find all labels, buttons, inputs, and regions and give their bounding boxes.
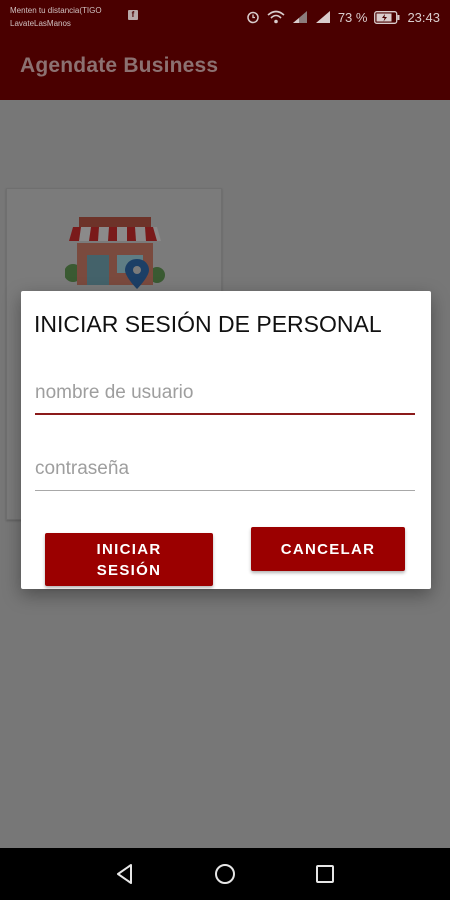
username-input[interactable] [35, 375, 415, 411]
signal-weak-icon [292, 11, 307, 23]
home-circle-icon[interactable] [212, 861, 238, 887]
wifi-icon [267, 10, 285, 24]
app-bar: Agendate Business [0, 36, 450, 100]
notification-text: Menten tu distancia(TIGO LavateLasManos [10, 4, 102, 30]
password-field [35, 451, 415, 491]
cancel-button-label: CANCELAR [280, 540, 376, 558]
app-title: Agendate Business [20, 54, 219, 77]
dialog-title: INICIAR SESIÓN DE PERSONAL [34, 311, 382, 337]
login-button[interactable]: INICIAR SESIÓN [45, 533, 213, 586]
status-icons: 73 % 23:43 [246, 7, 440, 27]
facebook-icon: f [128, 10, 138, 20]
cancel-button[interactable]: CANCELAR [251, 527, 405, 571]
alarm-icon [247, 11, 259, 24]
back-triangle-icon[interactable] [112, 861, 138, 887]
signal-strong-icon [315, 11, 330, 23]
login-label-line-2: SESIÓN [96, 561, 162, 579]
username-underline [35, 413, 415, 415]
staff-login-dialog: INICIAR SESIÓN DE PERSONAL INICIAR SESIÓ… [21, 291, 431, 589]
clock: 23:43 [407, 9, 440, 25]
login-button-label: INICIAR SESIÓN [97, 539, 162, 581]
password-input[interactable] [35, 451, 415, 487]
notification-line-1: Menten tu distancia(TIGO [10, 6, 102, 15]
battery-icon [374, 10, 400, 24]
password-underline [35, 490, 415, 491]
battery-percent: 73 % [337, 9, 368, 25]
recents-square-icon[interactable] [312, 861, 338, 887]
username-field [35, 375, 415, 415]
login-label-line-1: INICIAR [96, 540, 162, 558]
status-bar: Menten tu distancia(TIGO LavateLasManos … [0, 0, 450, 36]
store-icon [65, 217, 165, 289]
notification-line-2: LavateLasManos [10, 19, 71, 28]
navigation-bar [0, 848, 450, 900]
